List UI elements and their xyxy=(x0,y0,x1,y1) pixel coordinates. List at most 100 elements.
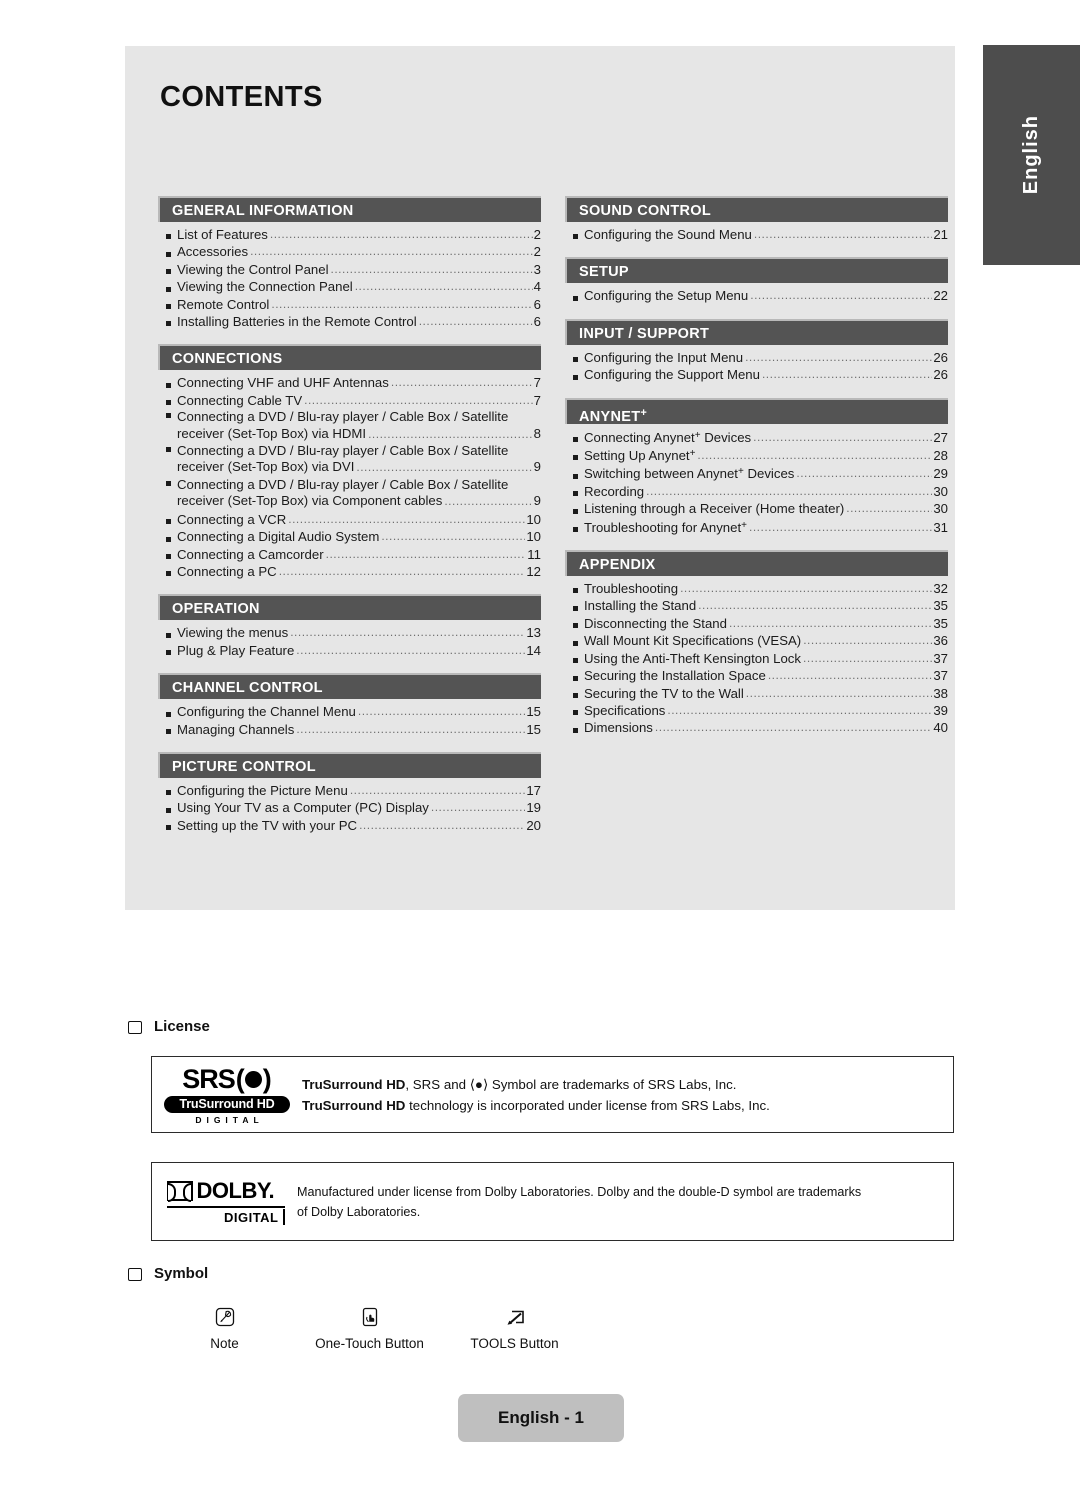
toc-entry[interactable]: Connecting VHF and UHF Antennas.........… xyxy=(158,374,541,391)
section-header-superscript: + xyxy=(640,406,648,419)
entry-bullet-icon xyxy=(166,728,177,738)
entry-label: Connecting a DVD / Blu-ray player / Cabl… xyxy=(177,409,509,425)
entry-bullet-icon xyxy=(573,508,584,518)
toc-entry[interactable]: Configuring the Channel Menu............… xyxy=(158,703,541,720)
toc-entry[interactable]: Connecting Cable TV.....................… xyxy=(158,392,541,409)
toc-entry[interactable]: List of Features........................… xyxy=(158,226,541,243)
section-entries: Configuring the Sound Menu..............… xyxy=(565,226,948,243)
entry-page-number: 31 xyxy=(933,519,948,535)
toc-entry[interactable]: Recording...............................… xyxy=(565,483,948,500)
toc-entry[interactable]: Dimensions..............................… xyxy=(565,719,948,736)
toc-entry[interactable]: Configuring the Setup Menu..............… xyxy=(565,287,948,304)
entry-page-number: 6 xyxy=(533,296,541,312)
toc-entry[interactable]: Viewing the menus.......................… xyxy=(158,624,541,641)
entry-bullet-icon xyxy=(166,519,177,528)
entry-bullet-icon xyxy=(573,234,584,243)
leader-dots: ........................................… xyxy=(418,314,533,329)
entry-label: Configuring the Sound Menu xyxy=(584,227,752,242)
entry-page-number: 35 xyxy=(933,615,948,631)
entry-bullet-icon xyxy=(573,473,584,483)
entry-label: Listening through a Receiver (Home theat… xyxy=(584,501,845,517)
entry-label: Dimensions xyxy=(584,720,653,736)
toc-entry[interactable]: Remote Control..........................… xyxy=(158,296,541,313)
symbol-item-tools: TOOLS Button xyxy=(442,1302,587,1351)
leader-dots: ........................................… xyxy=(271,296,533,311)
entry-label: Specifications xyxy=(584,702,666,718)
toc-entry[interactable]: Troubleshooting for Anynet+.............… xyxy=(565,518,948,536)
toc-entry[interactable]: Using Your TV as a Computer (PC) Display… xyxy=(158,799,541,816)
toc-entry[interactable]: Connecting a PC.........................… xyxy=(158,563,541,580)
toc-entry[interactable]: Configuring the Input Menu..............… xyxy=(565,349,948,366)
toc-entry[interactable]: Switching between Anynet+ Devices.......… xyxy=(565,464,948,482)
toc-entry[interactable]: Securing the TV to the Wall.............… xyxy=(565,685,948,702)
entry-label: Connecting a PC xyxy=(177,563,277,579)
entry-label: Wall Mount Kit Specifications (VESA) xyxy=(584,633,802,649)
entry-page-number: 37 xyxy=(933,668,948,684)
entry-bullet-icon xyxy=(573,710,584,719)
entry-bullet-icon xyxy=(573,675,584,685)
toc-entry[interactable]: Setting up the TV with your PC..........… xyxy=(158,817,541,834)
leader-dots: ........................................… xyxy=(745,685,933,700)
entry-label: Connecting Anynet+ Devices xyxy=(584,429,752,445)
toc-entry[interactable]: Plug & Play Feature.....................… xyxy=(158,642,541,659)
toc-entry[interactable]: Specifications..........................… xyxy=(565,702,948,719)
toc-entry[interactable]: Configuring the Support Menu............… xyxy=(565,366,948,383)
entry-page-number: 40 xyxy=(933,720,948,736)
toc-entry[interactable]: Disconnecting the Stand.................… xyxy=(565,615,948,632)
entry-bullet-icon xyxy=(573,295,584,305)
entry-page-number: 9 xyxy=(533,493,541,509)
toc-entry[interactable]: Securing the Installation Space.........… xyxy=(565,667,948,684)
toc-entry[interactable]: Connecting a DVD / Blu-ray player / Cabl… xyxy=(158,443,541,477)
toc-entry[interactable]: Connecting Anynet+ Devices..............… xyxy=(565,428,948,446)
entry-page-number: 15 xyxy=(526,721,541,737)
leader-dots: ........................................… xyxy=(330,261,533,276)
toc-entry[interactable]: Using the Anti-Theft Kensington Lock....… xyxy=(565,650,948,667)
toc-entry[interactable]: Setting Up Anynet+......................… xyxy=(565,446,948,464)
dolby-license-text: Manufactured under license from Dolby La… xyxy=(297,1182,861,1222)
entry-bullet-icon xyxy=(573,527,584,536)
toc-entry[interactable]: Connecting a DVD / Blu-ray player / Cabl… xyxy=(158,477,541,511)
section-header: SETUP xyxy=(565,257,948,284)
toc-entry[interactable]: Troubleshooting.........................… xyxy=(565,580,948,597)
leader-dots: ........................................… xyxy=(357,704,525,719)
toc-entry[interactable]: Configuring the Sound Menu..............… xyxy=(565,226,948,243)
srs-logo: SRS () TruSurround HD DIGITAL xyxy=(152,1064,302,1125)
toc-entry[interactable]: Configuring the Picture Menu............… xyxy=(158,782,541,799)
entry-label: Plug & Play Feature xyxy=(177,642,295,658)
entry-bullet-icon xyxy=(573,374,584,384)
symbol-caption: One-Touch Button xyxy=(315,1336,424,1351)
entry-label: Setting Up Anynet+ xyxy=(584,448,696,464)
tools-button-icon xyxy=(442,1302,587,1332)
toc-entry[interactable]: Installing the Stand....................… xyxy=(565,597,948,614)
entry-bullet-icon xyxy=(166,304,177,313)
entry-page-number: 3 xyxy=(533,261,541,277)
entry-page-number: 27 xyxy=(933,429,948,445)
toc-entry[interactable]: Managing Channels.......................… xyxy=(158,721,541,738)
entry-page-number: 29 xyxy=(933,466,948,482)
toc-entry[interactable]: Listening through a Receiver (Home theat… xyxy=(565,500,948,517)
toc-entry[interactable]: Accessories.............................… xyxy=(158,243,541,260)
section-header: SOUND CONTROL xyxy=(565,196,948,222)
toc-entry[interactable]: Connecting a VCR........................… xyxy=(158,511,541,528)
entry-page-number: 7 xyxy=(533,392,541,408)
entry-page-number: 26 xyxy=(933,349,948,365)
toc-entry[interactable]: Viewing the Control Panel...............… xyxy=(158,261,541,278)
section-header: CHANNEL CONTROL xyxy=(158,673,541,700)
entry-bullet-icon xyxy=(573,437,584,446)
entry-label: Troubleshooting xyxy=(584,581,679,597)
srs-logo-sub: DIGITAL xyxy=(195,1115,264,1125)
dolby-bar xyxy=(282,1209,285,1225)
toc-entry[interactable]: Connecting a Digital Audio System.......… xyxy=(158,528,541,545)
toc-entry[interactable]: Viewing the Connection Panel............… xyxy=(158,278,541,295)
entry-bullet-icon xyxy=(166,632,177,642)
srs-line2-rest: technology is incorporated under license… xyxy=(405,1097,770,1113)
entry-page-number: 28 xyxy=(933,448,948,464)
section-entries: Connecting VHF and UHF Antennas.........… xyxy=(158,374,541,580)
toc-entry[interactable]: Connecting a DVD / Blu-ray player / Cabl… xyxy=(158,409,541,443)
toc-entry[interactable]: Wall Mount Kit Specifications (VESA)....… xyxy=(565,632,948,649)
license-heading-label: License xyxy=(154,1018,210,1035)
srs-license-text: TruSurround HD, SRS and ⟨●⟩ Symbol are t… xyxy=(302,1074,770,1116)
entry-label: Recording xyxy=(584,483,645,499)
toc-entry[interactable]: Connecting a Camcorder..................… xyxy=(158,546,541,563)
toc-entry[interactable]: Installing Batteries in the Remote Contr… xyxy=(158,313,541,330)
